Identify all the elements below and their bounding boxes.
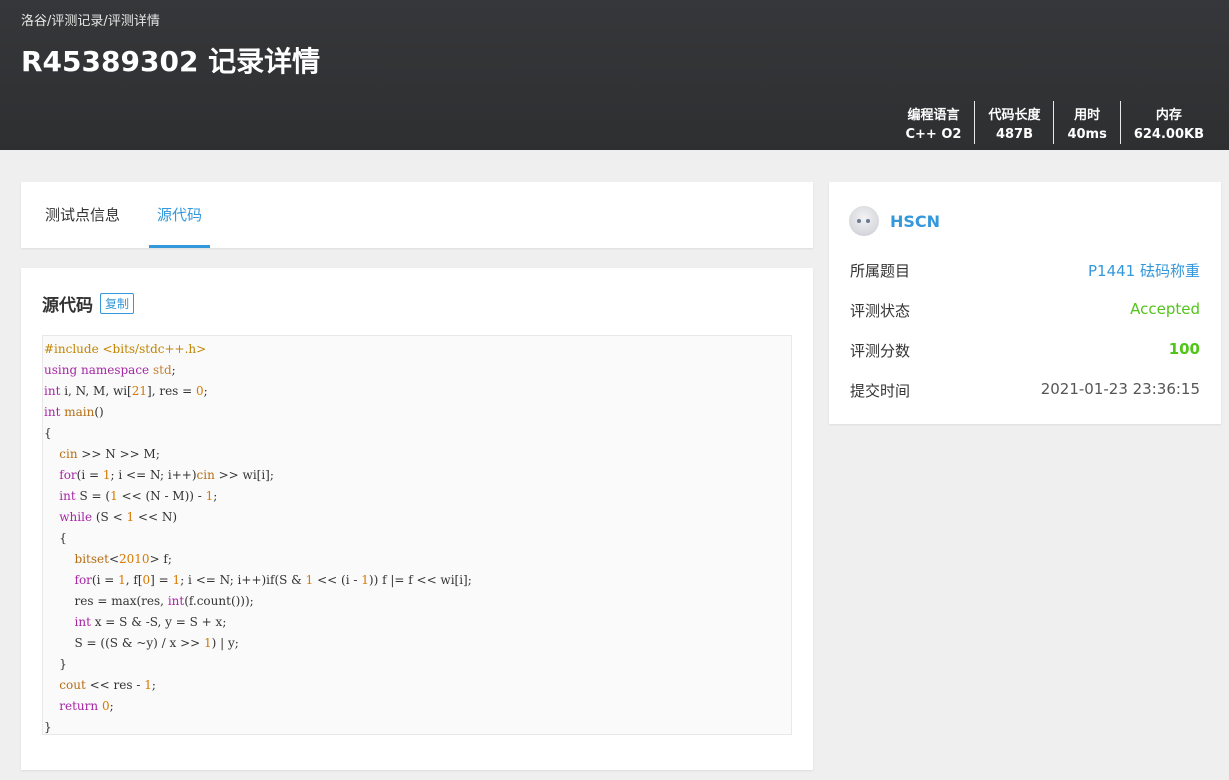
breadcrumb: 洛谷 / 评测记录 / 评测详情 — [21, 10, 160, 29]
info-label: 评测状态 — [850, 302, 911, 320]
source-code-title: 源代码 — [42, 296, 93, 316]
code-line: int S = (1 << (N - M)) - 1; — [59, 489, 218, 503]
username-link[interactable]: HSCN — [890, 212, 940, 231]
code-line: for(i = 1, f[0] = 1; i <= N; i++)if(S & … — [74, 573, 472, 587]
tab-source-code[interactable]: 源代码 — [149, 182, 211, 248]
code-line: int i, N, M, wi[21], res = 0; — [44, 384, 208, 398]
copy-button[interactable]: 复制 — [100, 293, 135, 314]
code-line: res = max(res, int(f.count())); — [44, 594, 254, 608]
code-line: } — [44, 657, 67, 671]
stat-value: 624.00KB — [1133, 127, 1204, 142]
info-row-submit-time: 提交时间 2021-01-23 23:36:15 — [850, 380, 1200, 404]
code-line: #include <bits/stdc++.h> — [44, 342, 207, 356]
info-label: 提交时间 — [850, 382, 911, 400]
breadcrumb-item-detail: 评测详情 — [107, 14, 160, 29]
user-info: HSCN — [849, 206, 940, 236]
code-line: S = ((S & ~y) / x >> 1) | y; — [44, 636, 239, 650]
code-line: cout << res - 1; — [59, 678, 156, 692]
stat-value: 40ms — [1067, 127, 1107, 142]
stat-label: 代码长度 — [988, 108, 1041, 123]
stat-memory: 内存 624.00KB — [1119, 101, 1217, 144]
code-line: using namespace std; — [44, 363, 176, 377]
stat-language: 编程语言 C++ O2 — [893, 101, 975, 144]
avatar-icon[interactable] — [849, 206, 879, 236]
code-line: while (S < 1 << N) — [59, 510, 178, 524]
code-line: cin >> N >> M; — [59, 447, 160, 461]
page-title: R45389302 记录详情 — [21, 45, 321, 78]
info-row-problem: 所属题目 P1441 砝码称重 — [850, 260, 1200, 284]
code-line: int main() — [44, 405, 104, 419]
score-value: 100 — [1168, 340, 1200, 358]
code-line: return 0; — [59, 699, 114, 713]
code-block[interactable]: #include <bits/stdc++.h> using namespace … — [42, 335, 792, 735]
status-value: Accepted — [1130, 300, 1200, 318]
code-line: bitset<2010> f; — [74, 552, 172, 566]
breadcrumb-item-luogu[interactable]: 洛谷 — [21, 10, 47, 29]
submission-stats: 编程语言 C++ O2 代码长度 487B 用时 40ms 内存 624.00K… — [893, 101, 1218, 144]
code-line: { — [44, 426, 52, 440]
stat-value: 487B — [995, 127, 1033, 142]
info-label: 所属题目 — [850, 262, 911, 280]
submission-info-card: HSCN 所属题目 P1441 砝码称重 评测状态 Accepted 评测分数 … — [829, 182, 1221, 424]
info-row-score: 评测分数 100 — [850, 340, 1200, 364]
code-line: for(i = 1; i <= N; i++)cin >> wi[i]; — [59, 468, 274, 482]
problem-link[interactable]: P1441 砝码称重 — [1088, 260, 1200, 281]
page-header: 洛谷 / 评测记录 / 评测详情 R45389302 记录详情 编程语言 C++… — [0, 0, 1229, 150]
submit-time-value: 2021-01-23 23:36:15 — [1040, 380, 1200, 398]
breadcrumb-item-records[interactable]: 评测记录 — [51, 10, 103, 29]
code-line: int x = S & -S, y = S + x; — [74, 615, 227, 629]
code-line: { — [44, 531, 67, 545]
info-label: 评测分数 — [850, 342, 911, 360]
stat-value: C++ O2 — [905, 127, 962, 142]
stat-code-length: 代码长度 487B — [974, 101, 1053, 144]
tab-testcase-info[interactable]: 测试点信息 — [45, 182, 120, 248]
tabs-card: 测试点信息 源代码 — [21, 182, 813, 248]
code-line: } — [44, 720, 52, 734]
stat-label: 编程语言 — [907, 108, 960, 123]
info-row-status: 评测状态 Accepted — [850, 300, 1200, 324]
source-code-card: 源代码 复制 #include <bits/stdc++.h> using nam… — [21, 268, 813, 770]
stat-time: 用时 40ms — [1053, 101, 1119, 144]
stat-label: 内存 — [1155, 108, 1182, 123]
stat-label: 用时 — [1074, 108, 1101, 123]
